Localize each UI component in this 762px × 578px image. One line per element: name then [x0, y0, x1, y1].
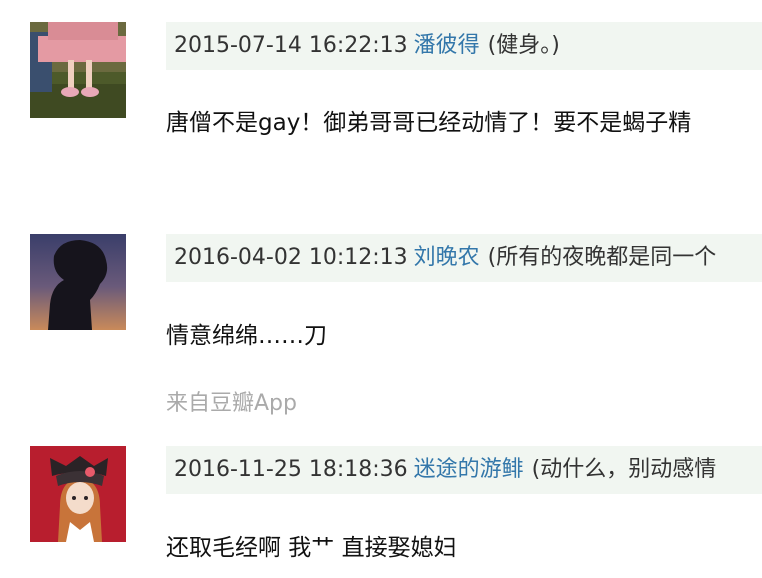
- comment-user-signature: (动什么，别动感情: [531, 457, 717, 482]
- avatar-anime-icon[interactable]: [30, 446, 126, 542]
- comment-text: 还取毛经啊 我艹 直接娶媳妇: [166, 535, 457, 561]
- comment-meta: 2016-11-25 18:18:36 迷途的游鲱 (动什么，别动感情: [166, 446, 762, 494]
- comment-username-link[interactable]: 迷途的游鲱: [414, 457, 524, 482]
- comment-timestamp: 2016-11-25 18:18:36: [174, 457, 408, 482]
- comment-item: 2016-11-25 18:18:36 迷途的游鲱 (动什么，别动感情 还取毛经啊 …: [0, 0, 762, 578]
